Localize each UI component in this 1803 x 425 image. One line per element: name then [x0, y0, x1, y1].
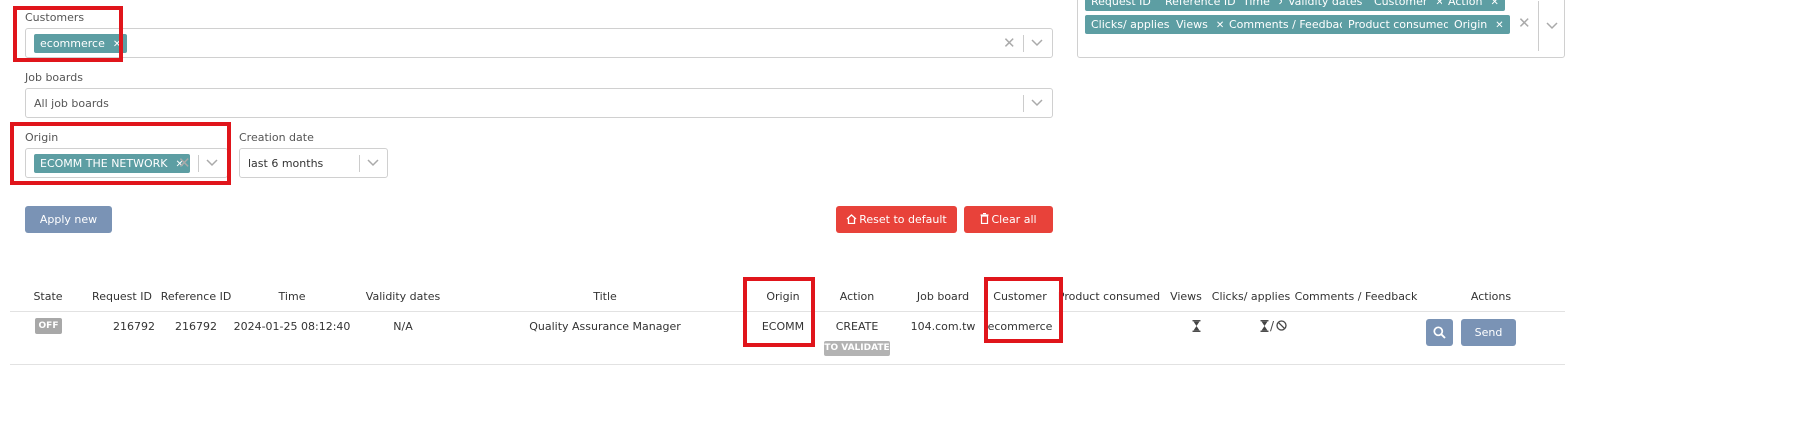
cell-title: Quality Assurance Manager: [529, 320, 681, 333]
column-header-job-board[interactable]: Job board: [917, 290, 969, 303]
column-chip-label: Clicks/ applies: [1091, 18, 1170, 31]
hourglass-icon: [1260, 320, 1269, 332]
column-header-state[interactable]: State: [33, 290, 62, 303]
select-divider: [359, 155, 360, 172]
cell-action: CREATE: [835, 320, 879, 333]
remove-chip-icon[interactable]: ✕: [1495, 20, 1503, 31]
job-boards-label: Job boards: [25, 71, 83, 84]
column-header-product-consumed[interactable]: Product consumed: [1058, 290, 1160, 303]
customers-select[interactable]: ecommerce ✕ ✕: [25, 28, 1053, 58]
chevron-down-icon[interactable]: [1031, 99, 1043, 107]
to-validate-badge: TO VALIDATE: [824, 341, 890, 356]
column-chip-label: Request ID: [1091, 0, 1151, 8]
clicks-separator: /: [1270, 319, 1275, 333]
clear-columns-icon[interactable]: ✕: [1518, 16, 1531, 31]
cell-reference-id: 216792: [175, 320, 217, 333]
column-chip: Action ✕: [1442, 0, 1505, 11]
highlight-origin-column: [743, 277, 815, 347]
column-chip: Origin ✕: [1448, 15, 1510, 34]
cell-time: 2024-01-25 08:12:40: [233, 320, 351, 333]
reset-filters-button[interactable]: Reset to default filters: [836, 206, 957, 253]
column-chip-label: Action: [1448, 0, 1483, 8]
column-chip-label: Customer: [1374, 0, 1428, 8]
chevron-down-icon[interactable]: [1031, 39, 1043, 47]
hourglass-icon: [1192, 320, 1201, 332]
column-header-title[interactable]: Title: [593, 290, 617, 303]
cell-job-board: 104.com.tw: [910, 320, 976, 333]
chevron-down-icon[interactable]: [367, 159, 379, 167]
creation-date-label: Creation date: [239, 131, 314, 144]
job-boards-select[interactable]: All job boards: [25, 88, 1053, 118]
cell-request-id: 216792: [113, 320, 155, 333]
clear-filters-button[interactable]: Clear all filters: [964, 206, 1053, 253]
state-badge[interactable]: OFF: [35, 318, 62, 334]
chevron-down-icon[interactable]: [1546, 22, 1558, 30]
select-divider: [1023, 95, 1024, 112]
columns-select[interactable]: Request ID ✕ Reference ID ✕ Time ✕ Validity…: [1077, 0, 1565, 58]
column-header-reference-id[interactable]: Reference ID: [161, 290, 232, 303]
select-divider: [1538, 1, 1539, 51]
job-boards-value: All job boards: [34, 97, 109, 110]
column-chip-label: Comments / Feedback: [1229, 18, 1352, 31]
remove-chip-icon[interactable]: ✕: [1490, 0, 1498, 8]
ban-icon: [1276, 320, 1287, 331]
table-row-divider: [10, 364, 1565, 365]
clear-filters-label: Clear all filters: [991, 213, 1037, 253]
column-chip-label: Reference ID: [1165, 0, 1236, 8]
column-header-validity-dates[interactable]: Validity dates: [366, 290, 440, 303]
column-header-views[interactable]: Views: [1170, 290, 1202, 303]
creation-date-value: last 6 months: [248, 157, 324, 170]
trash-icon: [980, 213, 989, 225]
column-header-action[interactable]: Action: [840, 290, 874, 303]
search-icon: [1433, 326, 1446, 339]
select-divider: [1023, 35, 1024, 52]
cell-validity-dates: N/A: [393, 320, 413, 333]
highlight-customer-column: [984, 277, 1063, 343]
column-header-comments-feedback[interactable]: Comments / Feedback: [1295, 290, 1418, 303]
column-header-actions: Actions: [1470, 290, 1512, 303]
apply-filters-button[interactable]: Apply new filters: [25, 206, 112, 253]
search-button[interactable]: [1426, 319, 1453, 346]
column-header-clicks-applies[interactable]: Clicks/ applies: [1212, 290, 1290, 303]
creation-date-select[interactable]: last 6 months: [239, 148, 388, 178]
home-icon: [846, 214, 857, 225]
column-chip: Views ✕: [1170, 15, 1231, 34]
highlight-customers: [13, 6, 123, 62]
clear-customers-icon[interactable]: ✕: [1003, 36, 1016, 51]
column-header-request-id[interactable]: Request ID: [92, 290, 152, 303]
column-header-time[interactable]: Time: [279, 290, 306, 303]
column-chip-label: Product consumed: [1348, 18, 1451, 31]
highlight-origin: [10, 122, 231, 185]
send-button[interactable]: Send: [1461, 319, 1516, 346]
column-chip: Customer ✕: [1368, 0, 1450, 11]
column-chip-label: Validity dates: [1288, 0, 1363, 8]
reset-filters-label: Reset to default filters: [859, 213, 947, 253]
column-chip-label: Views: [1176, 18, 1208, 31]
column-chip-label: Time: [1243, 0, 1270, 8]
column-chip-label: Origin: [1454, 18, 1488, 31]
